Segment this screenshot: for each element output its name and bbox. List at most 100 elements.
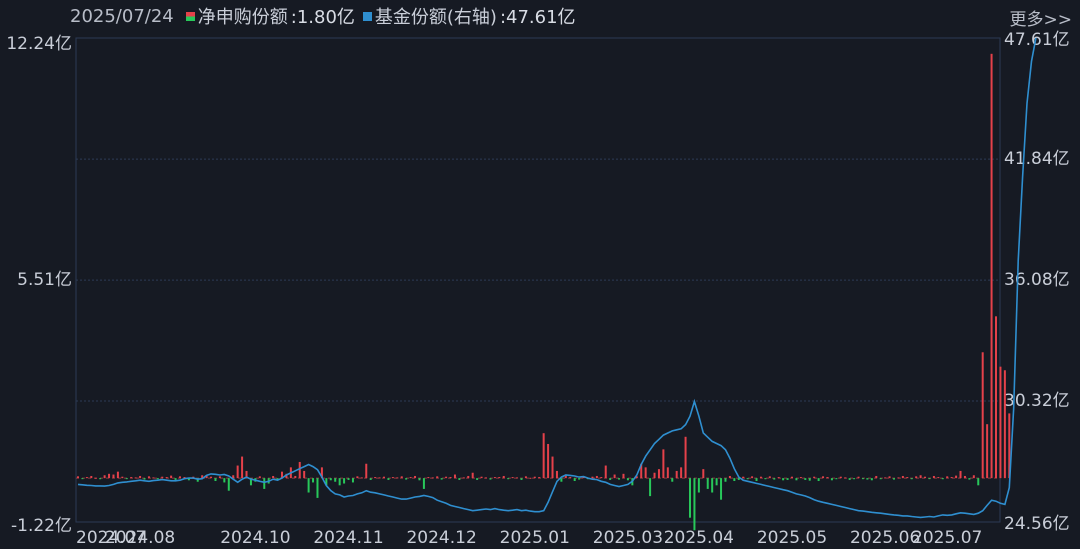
- x-axis-tick-label: 2024.10: [220, 528, 290, 548]
- net-subscription-bar: [139, 475, 142, 479]
- net-subscription-bar: [294, 475, 297, 479]
- net-subscription-bar: [551, 456, 554, 479]
- net-subscription-bar: [666, 467, 669, 479]
- net-subscription-bar: [768, 476, 771, 479]
- net-subscription-bar: [573, 478, 576, 482]
- left-axis-tick-label: 5.51亿: [17, 270, 72, 290]
- net-subscription-bar: [431, 477, 434, 479]
- net-subscription-bar: [990, 53, 993, 479]
- net-subscription-bar: [312, 478, 315, 483]
- net-subscription-bar: [476, 478, 479, 480]
- net-subscription-bar: [839, 476, 842, 479]
- net-subscription-bar: [236, 465, 239, 479]
- net-subscription-bar: [179, 476, 181, 479]
- net-subscription-bar: [591, 476, 594, 479]
- net-subscription-bar: [777, 477, 780, 479]
- chart-svg: 12.24亿5.51亿-1.22亿47.61亿41.84亿36.08亿30.32…: [6, 30, 1070, 548]
- net-subscription-bar: [702, 469, 705, 479]
- net-subscription-bar: [919, 475, 922, 479]
- net-subscription-bar: [214, 478, 217, 482]
- net-subscription-bar: [356, 476, 359, 479]
- net-subscription-bar: [759, 476, 762, 479]
- net-subscription-bar: [888, 476, 891, 479]
- net-subscription-bar: [77, 476, 79, 479]
- net-subscription-bar: [218, 476, 221, 479]
- net-subscription-bar: [826, 477, 829, 479]
- net-subscription-bar: [697, 478, 700, 493]
- net-subscription-bar: [910, 478, 913, 480]
- net-subscription-bar: [81, 478, 84, 480]
- fund-chart-panel: 2025/07/24 净申购份额 :1.80亿 基金份额(右轴) :47.61亿…: [0, 0, 1080, 549]
- net-subscription-bar: [365, 463, 368, 479]
- left-axis-tick-label: 12.24亿: [6, 34, 72, 54]
- right-axis-tick-label: 47.61亿: [1004, 30, 1070, 50]
- net-subscription-bar: [684, 436, 687, 479]
- net-subscription-bar: [116, 471, 119, 479]
- net-subscription-bar: [449, 477, 452, 479]
- net-subscription-bar: [143, 478, 146, 480]
- net-subscription-bar: [511, 477, 514, 479]
- net-subscription-bar: [857, 476, 860, 479]
- net-subscription-bar: [733, 478, 736, 482]
- net-subscription-bar: [764, 478, 767, 480]
- net-subscription-bar: [156, 478, 159, 480]
- x-axis-tick-label: 2025.01: [500, 528, 570, 548]
- net-subscription-bar: [445, 476, 448, 479]
- x-axis-tick-label: 2024.11: [313, 528, 383, 548]
- net-subscription-bar: [493, 477, 496, 479]
- net-subscription-bar: [950, 477, 953, 479]
- net-subscription-bar: [848, 478, 851, 480]
- net-subscription-bar: [972, 475, 975, 479]
- net-subscription-bar: [498, 477, 501, 479]
- net-subscription-bar: [706, 478, 709, 489]
- net-subscription-bar: [861, 478, 864, 480]
- net-subscription-bar: [170, 475, 173, 479]
- net-subscription-bar: [165, 477, 168, 479]
- net-subscription-bar: [657, 469, 660, 479]
- net-subscription-bar: [467, 475, 470, 479]
- net-subscription-bar: [932, 475, 935, 479]
- net-subscription-bar: [125, 478, 128, 480]
- net-subscription-bar: [516, 477, 519, 479]
- x-axis-tick-label: 2025.07: [912, 528, 982, 548]
- net-subscription-bar: [161, 476, 164, 479]
- net-subscription-bar: [870, 478, 873, 481]
- net-subscription-bar: [462, 477, 465, 479]
- net-subscription-bar: [103, 475, 106, 479]
- net-subscription-bar: [963, 475, 966, 479]
- net-subscription-bar: [329, 478, 332, 481]
- net-subscription-bar: [174, 478, 177, 480]
- net-subscription-bar: [773, 478, 776, 480]
- net-subscription-bar: [414, 475, 417, 479]
- net-subscription-bar: [830, 478, 833, 481]
- net-subscription-bar: [884, 477, 887, 479]
- net-subscription-bar: [751, 476, 754, 479]
- x-axis-tick-label: 2025.05: [757, 528, 827, 548]
- net-subscription-bar: [675, 470, 678, 479]
- net-subscription-bar: [489, 478, 492, 480]
- net-subscription-bar: [409, 477, 412, 479]
- net-subscription-bar: [728, 475, 731, 479]
- net-subscription-bar: [724, 478, 727, 482]
- net-subscription-bar: [529, 477, 532, 479]
- net-subscription-bar: [879, 478, 882, 480]
- x-axis-tick-label: 2025.06: [850, 528, 920, 548]
- net-subscription-bar: [524, 476, 527, 479]
- net-subscription-bar: [813, 476, 816, 479]
- net-subscription-bar: [680, 467, 683, 479]
- net-subscription-bar: [941, 478, 944, 480]
- right-axis-tick-label: 24.56亿: [1004, 514, 1070, 534]
- net-subscription-bar: [1003, 370, 1006, 479]
- x-axis-tick-label: 2025.04: [664, 528, 734, 548]
- net-subscription-bar: [711, 478, 714, 493]
- right-axis-tick-label: 41.84亿: [1004, 149, 1070, 169]
- net-subscription-bar: [272, 475, 275, 479]
- net-subscription-bar: [223, 478, 226, 483]
- net-subscription-bar: [835, 478, 838, 480]
- net-subscription-bar: [383, 476, 385, 479]
- net-subscription-bar: [94, 477, 97, 479]
- net-subscription-bar: [152, 477, 155, 479]
- net-subscription-bar: [662, 449, 665, 479]
- net-subscription-bar: [422, 478, 425, 489]
- net-subscription-bar: [613, 474, 616, 479]
